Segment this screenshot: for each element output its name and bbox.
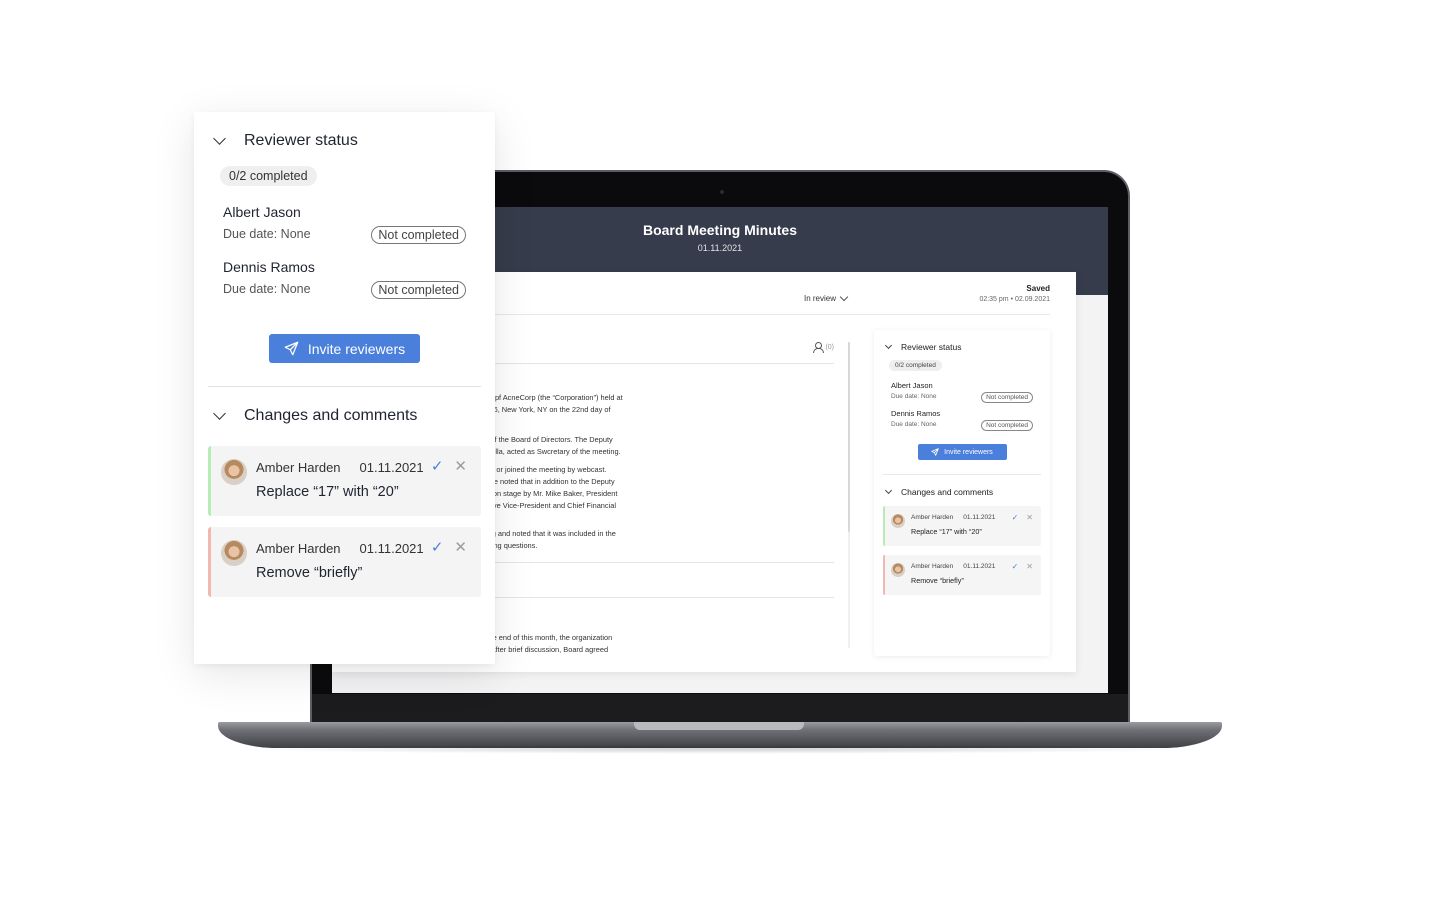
invite-reviewers-button[interactable]: Invite reviewers bbox=[917, 444, 1007, 460]
reviewer-name: Dennis Ramos bbox=[223, 259, 315, 275]
reviewer-panel-enlarged: Reviewer status 0/2 completed Albert Jas… bbox=[194, 112, 495, 664]
reviewer-item: Dennis Ramos Due date: None Not complete… bbox=[223, 259, 468, 299]
status-badge: Not completed bbox=[371, 281, 466, 299]
check-icon[interactable]: ✓ bbox=[1012, 562, 1019, 571]
progress-badge: 0/2 completed bbox=[220, 166, 317, 186]
comment-text: Remove “briefly” bbox=[911, 576, 964, 585]
divider bbox=[208, 386, 481, 387]
reviewer-status-heading: Reviewer status bbox=[901, 342, 962, 352]
laptop-shadow bbox=[230, 744, 1210, 754]
avatar bbox=[891, 514, 905, 528]
comment-date: 01.11.2021 bbox=[359, 460, 424, 475]
invite-label: Invite reviewers bbox=[944, 448, 993, 456]
changes-heading: Changes and comments bbox=[901, 487, 994, 497]
saved-label: Saved bbox=[1026, 284, 1050, 293]
reviewer-status-toggle[interactable]: Reviewer status bbox=[212, 132, 358, 150]
reviewer-name: Albert Jason bbox=[223, 204, 301, 220]
comment-author: Amber Harden bbox=[256, 460, 341, 475]
close-icon[interactable]: ✕ bbox=[454, 538, 467, 556]
comment-date: 01.11.2021 bbox=[359, 541, 424, 556]
check-icon[interactable]: ✓ bbox=[431, 538, 444, 556]
reviewer-side-panel: Reviewer status 0/2 completed Albert Jas… bbox=[874, 330, 1050, 656]
reviewer-name: Dennis Ramos bbox=[891, 409, 941, 418]
comment-card[interactable]: Amber Harden 01.11.2021 Remove “briefly” … bbox=[208, 527, 481, 597]
comment-author: Amber Harden bbox=[911, 563, 954, 570]
reviewer-item: Dennis Ramos Due date: None Not complete… bbox=[883, 409, 1041, 431]
comment-card[interactable]: Amber Harden 01.11.2021 Remove “briefly” … bbox=[883, 555, 1041, 595]
comment-text: Replace “17” with “20” bbox=[256, 484, 399, 500]
avatar bbox=[221, 459, 247, 485]
comment-card[interactable]: Amber Harden 01.11.2021 Replace “17” with… bbox=[883, 506, 1041, 546]
avatar bbox=[891, 563, 905, 577]
check-icon[interactable]: ✓ bbox=[1012, 513, 1019, 522]
attendees-count-value: (0) bbox=[825, 343, 834, 351]
comment-text: Remove “briefly” bbox=[256, 565, 363, 581]
chevron-down-icon bbox=[839, 292, 849, 302]
camera bbox=[720, 190, 724, 194]
send-icon bbox=[931, 448, 939, 456]
status-badge: Not completed bbox=[981, 392, 1033, 403]
close-icon[interactable]: ✕ bbox=[1026, 513, 1033, 522]
laptop-notch bbox=[634, 722, 804, 730]
reviewer-item: Albert Jason Due date: None Not complete… bbox=[223, 204, 468, 244]
close-icon[interactable]: ✕ bbox=[1026, 562, 1033, 571]
progress-badge: 0/2 completed bbox=[889, 360, 942, 371]
changes-heading: Changes and comments bbox=[244, 407, 418, 424]
chevron-down-icon bbox=[213, 407, 226, 420]
check-icon[interactable]: ✓ bbox=[431, 457, 444, 475]
reviewer-name: Albert Jason bbox=[891, 381, 933, 390]
reviewer-status-heading: Reviewer status bbox=[244, 132, 358, 149]
changes-toggle[interactable]: Changes and comments bbox=[883, 475, 1041, 497]
reviewer-status-toggle[interactable]: Reviewer status bbox=[883, 330, 1041, 352]
saved-timestamp: 02:35 pm • 02.09.2021 bbox=[979, 296, 1050, 303]
scrollbar-thumb[interactable] bbox=[848, 342, 850, 532]
save-status: Saved 02:35 pm • 02.09.2021 bbox=[979, 284, 1050, 303]
attendees-count[interactable]: (0) bbox=[813, 342, 834, 353]
invite-reviewers-button[interactable]: Invite reviewers bbox=[269, 334, 420, 363]
send-icon bbox=[284, 341, 299, 356]
status-dropdown[interactable]: In review bbox=[804, 292, 849, 303]
chevron-down-icon bbox=[884, 486, 893, 495]
avatar bbox=[221, 540, 247, 566]
comment-author: Amber Harden bbox=[256, 541, 341, 556]
comment-author: Amber Harden bbox=[911, 514, 954, 521]
status-badge: Not completed bbox=[371, 226, 466, 244]
reviewer-item: Albert Jason Due date: None Not complete… bbox=[883, 381, 1041, 403]
comment-date: 01.11.2021 bbox=[963, 563, 996, 570]
invite-label: Invite reviewers bbox=[307, 340, 406, 357]
chevron-down-icon bbox=[884, 341, 893, 350]
chevron-down-icon bbox=[213, 132, 226, 145]
comment-date: 01.11.2021 bbox=[963, 514, 996, 521]
status-label: In review bbox=[804, 294, 837, 303]
user-icon bbox=[813, 342, 825, 353]
changes-toggle[interactable]: Changes and comments bbox=[212, 407, 417, 425]
comment-text: Replace “17” with “20” bbox=[911, 527, 982, 536]
close-icon[interactable]: ✕ bbox=[454, 457, 467, 475]
status-badge: Not completed bbox=[981, 420, 1033, 431]
comment-card[interactable]: Amber Harden 01.11.2021 Replace “17” with… bbox=[208, 446, 481, 516]
